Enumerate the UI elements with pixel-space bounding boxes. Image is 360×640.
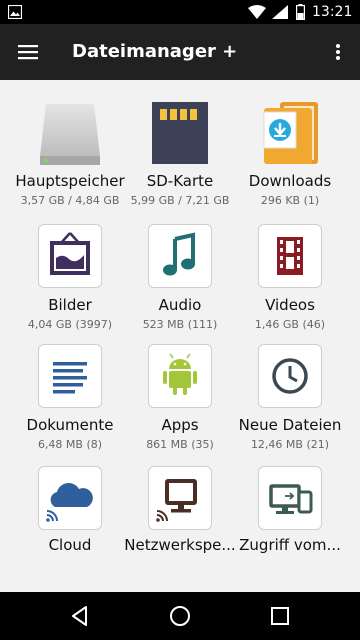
- tile-label: Netzwerkspe...: [124, 536, 236, 554]
- hard-drive-icon: [38, 100, 102, 165]
- network-monitor-icon: [148, 466, 212, 530]
- tile-label: Apps: [161, 416, 199, 434]
- downloads-folder-icon: [258, 100, 322, 164]
- back-triangle-icon: [72, 606, 87, 626]
- picture-frame-icon: [38, 224, 102, 288]
- back-button[interactable]: [68, 604, 92, 628]
- tile-meta: 861 MB (35): [146, 438, 214, 451]
- recents-button[interactable]: [268, 604, 292, 628]
- tile-downloads[interactable]: Downloads 296 KB (1): [230, 100, 350, 212]
- recents-square-icon: [271, 607, 289, 625]
- battery-icon: [296, 4, 305, 20]
- android-icon: [148, 344, 212, 408]
- tile-meta: 523 MB (111): [142, 318, 218, 331]
- tile-label: Hauptspeicher: [15, 172, 125, 190]
- tile-label: SD-Karte: [146, 172, 214, 190]
- tile-label: Cloud: [48, 536, 92, 554]
- tile-meta: 12,46 MB (21): [250, 438, 330, 451]
- tile-label: Downloads: [248, 172, 332, 190]
- tile-neue-dateien[interactable]: Neue Dateien 12,46 MB (21): [230, 344, 350, 456]
- home-circle-icon: [170, 606, 190, 626]
- wifi-icon: [248, 5, 266, 19]
- tile-meta: 4,04 GB (3997): [27, 318, 113, 331]
- tile-label: Videos: [265, 296, 315, 314]
- sd-card-icon: [148, 100, 212, 164]
- tile-meta: 3,57 GB / 4,84 GB: [20, 194, 120, 207]
- tile-sd-karte[interactable]: SD-Karte 5,99 GB / 7,21 GB: [120, 100, 240, 212]
- film-strip-icon: [258, 224, 322, 288]
- document-lines-icon: [38, 344, 102, 408]
- tile-label: Dokumente: [26, 416, 114, 434]
- tile-meta: 296 KB (1): [260, 194, 320, 207]
- status-time: 13:21: [312, 4, 353, 20]
- status-bar: 13:21: [0, 0, 360, 24]
- app-bar: Dateimanager +: [0, 24, 360, 80]
- tile-zugriff-vom[interactable]: Zugriff vom...: [230, 466, 350, 558]
- tile-label: Zugriff vom...: [239, 536, 341, 554]
- cloud-icon: [38, 466, 102, 530]
- tile-bilder[interactable]: Bilder 4,04 GB (3997): [10, 224, 130, 336]
- tile-cloud[interactable]: Cloud: [10, 466, 130, 558]
- tile-videos[interactable]: Videos 1,46 GB (46): [230, 224, 350, 336]
- category-grid: Hauptspeicher 3,57 GB / 4,84 GB SD-Karte…: [0, 80, 360, 592]
- hamburger-menu-icon: [18, 45, 38, 60]
- home-button[interactable]: [168, 604, 192, 628]
- menu-button[interactable]: [14, 40, 42, 64]
- tile-label: Audio: [158, 296, 202, 314]
- tile-dokumente[interactable]: Dokumente 6,48 MB (8): [10, 344, 130, 456]
- overflow-menu-button[interactable]: [328, 40, 348, 64]
- image-notification-icon: [8, 5, 22, 19]
- tile-meta: 6,48 MB (8): [37, 438, 103, 451]
- signal-icon: [272, 5, 288, 19]
- remote-devices-icon: [258, 466, 322, 530]
- page-title: Dateimanager +: [72, 41, 238, 62]
- tile-label: Neue Dateien: [238, 416, 342, 434]
- tile-apps[interactable]: Apps 861 MB (35): [120, 344, 240, 456]
- tile-label: Bilder: [48, 296, 92, 314]
- tile-audio[interactable]: Audio 523 MB (111): [120, 224, 240, 336]
- tile-meta: 5,99 GB / 7,21 GB: [130, 194, 230, 207]
- tile-hauptspeicher[interactable]: Hauptspeicher 3,57 GB / 4,84 GB: [10, 100, 130, 212]
- clock-icon: [258, 344, 322, 408]
- tile-meta: 1,46 GB (46): [254, 318, 326, 331]
- tile-netzwerkspeicher[interactable]: Netzwerkspe...: [120, 466, 240, 558]
- more-vert-icon: [336, 44, 340, 60]
- system-nav-bar: [0, 592, 360, 640]
- music-note-icon: [148, 224, 212, 288]
